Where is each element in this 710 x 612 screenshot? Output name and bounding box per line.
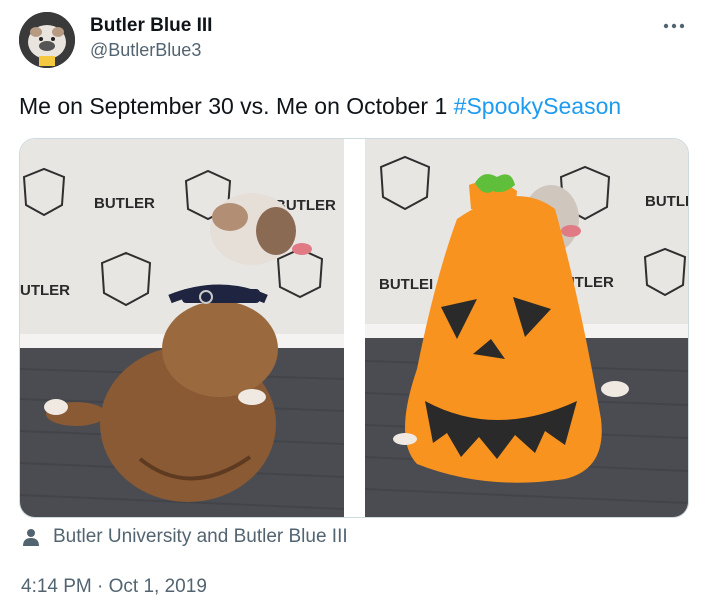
backdrop-text: BUTLER [94, 195, 155, 212]
tweet-timestamp[interactable]: 4:14 PM · Oct 1, 2019 [21, 576, 207, 598]
bulldog-avatar-icon[interactable] [19, 12, 75, 68]
tagged-people[interactable]: Butler University and Butler Blue III [21, 525, 348, 549]
separator: · [97, 576, 104, 597]
author-block: Butler Blue III @ButlerBlue3 [90, 14, 212, 62]
backdrop-text: BUTLEI [379, 276, 433, 293]
user-handle[interactable]: @ButlerBlue3 [90, 38, 212, 62]
more-options-icon[interactable] [661, 16, 687, 36]
tweet-date: Oct 1, 2019 [108, 576, 207, 597]
photo-left[interactable]: BUTLER BUTLER UTLER [20, 139, 345, 517]
tweet-time: 4:14 PM [21, 576, 92, 597]
tweet-text: Me on September 30 vs. Me on October 1 #… [19, 92, 691, 120]
person-icon [23, 529, 39, 546]
backdrop-text: UTLER [20, 282, 70, 299]
photo-right[interactable]: BUTLI BUTLEI BUTLER [364, 139, 688, 517]
media-grid: BUTLER BUTLER UTLER BUTLI BUTLEI BUTLER [19, 138, 689, 518]
tagged-text: Butler University and Butler Blue III [53, 526, 348, 547]
tweet-body: Me on September 30 vs. Me on October 1 [19, 93, 448, 119]
backdrop-text: BUTLI [645, 193, 688, 210]
tweet-header: Butler Blue III @ButlerBlue3 [19, 12, 691, 70]
hashtag-link[interactable]: #SpookySeason [454, 93, 622, 119]
display-name[interactable]: Butler Blue III [90, 14, 212, 38]
